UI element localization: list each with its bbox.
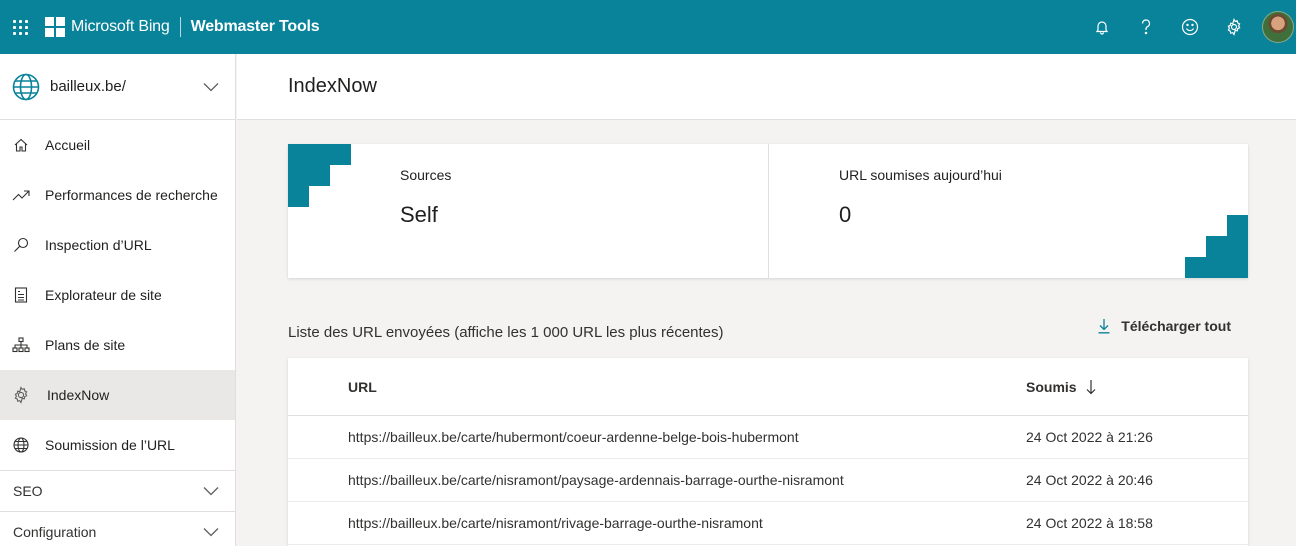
home-icon: [12, 136, 30, 154]
brand-name[interactable]: Microsoft Bing: [71, 18, 170, 36]
globe-icon: [12, 436, 30, 454]
stat-value: 0: [839, 202, 852, 227]
site-name: bailleux.be/: [50, 78, 126, 95]
stats-card: Sources Self URL soumises aujourd’hui 0: [288, 144, 1248, 278]
row-url[interactable]: https://bailleux.be/carte/hubermont/coeu…: [348, 429, 799, 445]
table-row[interactable]: https://bailleux.be/carte/hubermont/coeu…: [288, 416, 1248, 459]
row-date: 24 Oct 2022 à 20:46: [1026, 472, 1153, 488]
sidebar-item-label: IndexNow: [47, 387, 110, 403]
sidebar-item-indexnow[interactable]: IndexNow: [0, 370, 235, 420]
top-actions: [1080, 0, 1296, 54]
decorative-steps-bottom-right: [1185, 215, 1248, 278]
sidebar-item-label: Accueil: [45, 137, 91, 153]
globe-icon: [12, 73, 40, 100]
stat-sources: Sources Self: [288, 144, 768, 278]
table-row[interactable]: https://bailleux.be/carte/nisramont/riva…: [288, 502, 1248, 545]
chevron-down-icon: [203, 487, 219, 496]
table-row[interactable]: https://bailleux.be/carte/nisramont/pays…: [288, 459, 1248, 502]
stat-url-today: URL soumises aujourd’hui 0: [768, 144, 1248, 278]
sidebar-group-label: SEO: [13, 483, 43, 499]
trend-icon: [12, 186, 30, 204]
list-header: Liste des URL envoyées (affiche les 1 00…: [288, 316, 1248, 346]
sidebar-item-plans[interactable]: Plans de site: [0, 320, 235, 370]
brand-divider: [179, 17, 181, 37]
gear-icon: [12, 386, 30, 404]
sidebar-item-label: Plans de site: [45, 337, 126, 353]
sidebar: bailleux.be/ Accueil Performances de rec…: [0, 54, 236, 546]
site-selector[interactable]: bailleux.be/: [0, 54, 235, 120]
avatar[interactable]: [1262, 11, 1294, 43]
sidebar-group-configuration[interactable]: Configuration: [0, 511, 235, 546]
sidebar-item-label: Explorateur de site: [45, 287, 162, 303]
sidebar-item-explorateur[interactable]: Explorateur de site: [0, 270, 235, 320]
product-name[interactable]: Webmaster Tools: [191, 18, 320, 36]
waffle-icon[interactable]: [0, 0, 40, 54]
sidebar-group-label: Configuration: [13, 524, 97, 540]
row-url[interactable]: https://bailleux.be/carte/nisramont/pays…: [348, 472, 844, 488]
table-header: URL Soumis: [288, 358, 1248, 416]
column-header-label: Soumis: [1026, 378, 1077, 395]
column-header-url: URL: [348, 378, 377, 395]
sidebar-item-accueil[interactable]: Accueil: [0, 120, 235, 170]
top-bar: Microsoft Bing Webmaster Tools: [0, 0, 1296, 54]
sidebar-item-inspection[interactable]: Inspection d’URL: [0, 220, 235, 270]
sidebar-item-soumission[interactable]: Soumission de l’URL: [0, 420, 235, 470]
sidebar-item-label: Soumission de l’URL: [45, 437, 175, 453]
help-icon[interactable]: [1124, 0, 1168, 54]
column-header-soumis[interactable]: Soumis: [1026, 379, 1097, 395]
chevron-down-icon[interactable]: [203, 82, 219, 92]
page-title: IndexNow: [288, 75, 377, 97]
download-all-button[interactable]: Télécharger tout: [1097, 318, 1231, 334]
stat-label: Sources: [400, 167, 452, 183]
sidebar-item-performances[interactable]: Performances de recherche: [0, 170, 235, 220]
sidebar-item-label: Inspection d’URL: [45, 237, 152, 253]
gear-icon[interactable]: [1212, 0, 1256, 54]
download-icon: [1098, 319, 1110, 334]
page-header: IndexNow: [237, 54, 1296, 120]
row-url[interactable]: https://bailleux.be/carte/nisramont/riva…: [348, 515, 763, 531]
stat-value: Self: [400, 202, 438, 227]
sidebar-group-seo[interactable]: SEO: [0, 470, 235, 511]
decorative-steps-top-left: [288, 144, 351, 207]
sitemap-icon: [12, 336, 30, 354]
feedback-smiley-icon[interactable]: [1168, 0, 1212, 54]
main-content: IndexNow Sources Self URL soumises aujou…: [237, 54, 1296, 546]
chevron-down-icon: [203, 528, 219, 537]
stat-label: URL soumises aujourd’hui: [839, 167, 1002, 183]
microsoft-logo-icon: [45, 17, 65, 37]
row-date: 24 Oct 2022 à 21:26: [1026, 429, 1153, 445]
row-date: 24 Oct 2022 à 18:58: [1026, 515, 1153, 531]
bell-icon[interactable]: [1080, 0, 1124, 54]
sidebar-item-label: Performances de recherche: [45, 187, 218, 203]
document-icon: [12, 286, 30, 304]
sort-down-icon[interactable]: [1085, 379, 1097, 395]
list-title: Liste des URL envoyées (affiche les 1 00…: [288, 324, 724, 341]
search-icon: [12, 236, 30, 254]
download-label: Télécharger tout: [1121, 318, 1231, 334]
submitted-urls-table: URL Soumis https://bailleux.be/carte/hub…: [288, 358, 1248, 546]
